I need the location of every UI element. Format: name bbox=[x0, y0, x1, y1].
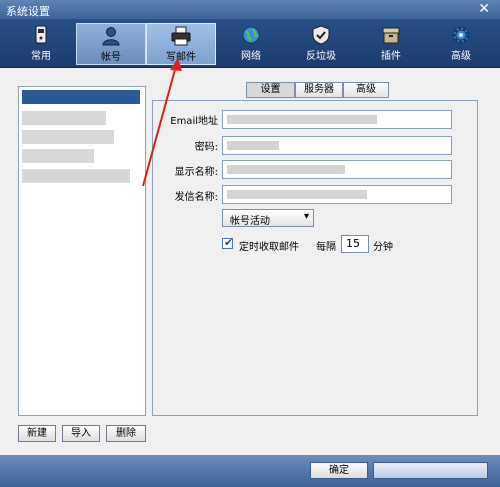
settings-window: 系统设置 ✕ 常用 帐号 写邮件 网络 反垃圾 插件 高级 设置 服务器 高级 … bbox=[0, 0, 500, 487]
annotation-arrow-icon bbox=[142, 58, 182, 187]
